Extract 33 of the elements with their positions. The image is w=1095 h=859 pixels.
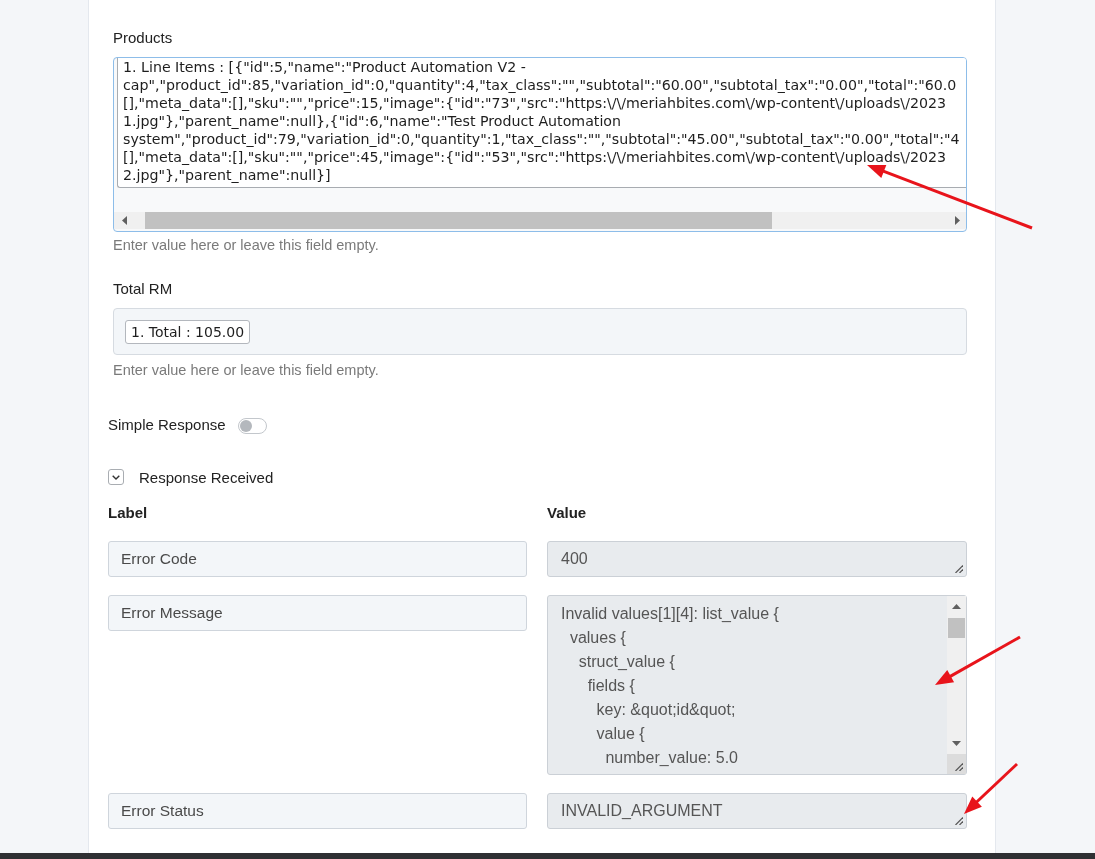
scroll-up-arrow-icon[interactable] xyxy=(952,604,961,609)
annotation-arrow xyxy=(964,762,1019,814)
value-field[interactable]: 400 xyxy=(547,541,967,577)
horizontal-scrollbar[interactable] xyxy=(114,212,966,229)
label-field[interactable]: Error Code xyxy=(108,541,527,577)
scrollbar-thumb[interactable] xyxy=(145,212,772,229)
column-header: Value xyxy=(547,503,588,523)
scroll-right-arrow-icon[interactable] xyxy=(955,216,960,225)
value-field[interactable]: INVALID_ARGUMENT xyxy=(547,793,967,829)
help-text: Enter value here or leave this field empty. xyxy=(113,236,380,254)
label-field[interactable]: Error Status xyxy=(108,793,527,829)
expand-button[interactable] xyxy=(108,469,124,485)
scroll-down-arrow-icon[interactable] xyxy=(952,741,961,746)
column-header: Label xyxy=(108,503,149,523)
mapped-value-token: 1. Line Items : [{"id":5,"name":"Product Automation V2 - cap","product_id":85,"variation_id":0,"quantity":4,"tax_class":"","subtotal":"60.00","subtotal_tax":"0.00","total":"60.0 [],"meta_data":[],"sku":"","price":15,"image":{"id":"73","src":"https:\/\/meriahbites.com\/wp-content\/uploads\/2023 1.jpg"},"parent_name":null},{"id":6,"name":"Test Product Automation system","product_id":79,"variation_id":0,"quantity":1,"tax_class":"","subtotal":"45.00","subtotal_tax":"0.00","total":"4 [],"meta_data":[],"sku":"","price":45,"image":{"id":"53","src":"https:\/\/meriahbites.com\/wp-content\/uploads\/2023 2.jpg"},"parent_name":null}] xyxy=(117,58,966,188)
toggle-switch[interactable] xyxy=(237,417,267,434)
chevron-icon xyxy=(112,474,120,480)
total-field[interactable]: 1. Total : 105.00 xyxy=(113,308,967,355)
section-title: Response Received xyxy=(139,468,274,486)
vertical-scrollbar[interactable] xyxy=(947,596,966,754)
field-label: Total RM xyxy=(113,279,174,299)
help-text: Enter value here or leave this field empty. xyxy=(113,361,380,379)
scrollbar-thumb[interactable] xyxy=(948,618,965,638)
resize-grip-icon[interactable] xyxy=(955,763,963,771)
resize-grip-icon[interactable] xyxy=(955,817,963,825)
scroll-left-arrow-icon[interactable] xyxy=(122,216,127,225)
value-field[interactable]: Invalid values[1][4]: list_value { values { struct_value { fields { key: &quot;id&quot; value { number_value: 5.0 xyxy=(547,595,967,775)
label-field[interactable]: Error Message xyxy=(108,595,527,631)
products-field[interactable] xyxy=(113,57,967,232)
resize-grip-icon[interactable] xyxy=(955,565,963,573)
toggle-label: Simple Response xyxy=(108,415,226,433)
field-label: Products xyxy=(113,28,174,48)
value-token: 1. Total : 105.00 xyxy=(125,320,251,344)
